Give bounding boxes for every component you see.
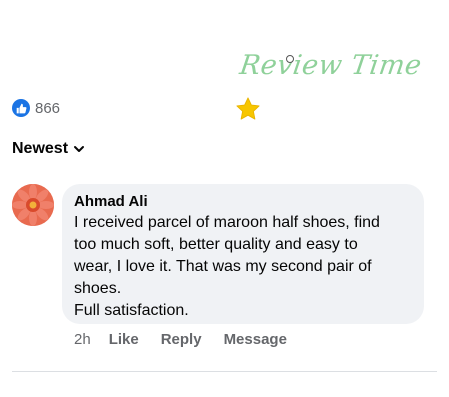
comment-line: wear, I love it. That was my second pair… <box>74 258 372 275</box>
comment-timestamp[interactable]: 2h <box>74 331 91 348</box>
divider <box>12 371 437 372</box>
comment-text: I received parcel of maroon half shoes, … <box>74 212 412 322</box>
chevron-down-icon <box>74 146 85 152</box>
thumbs-up-icon <box>12 99 30 117</box>
comment-author[interactable]: Ahmad Ali <box>74 192 412 211</box>
comment-actions: 2h Like Reply Message <box>74 331 309 348</box>
comment-line: too much soft, better quality and easy t… <box>74 236 358 253</box>
flower-avatar-image <box>12 184 54 226</box>
sort-dropdown[interactable]: Newest <box>12 140 85 158</box>
star-icon <box>236 97 260 120</box>
comment-line: shoes. <box>74 280 122 297</box>
comment-line: Full satisfaction. <box>74 302 189 319</box>
like-button[interactable]: Like <box>109 331 139 348</box>
logo-dot <box>286 55 294 63</box>
avatar[interactable] <box>12 184 54 226</box>
comment-bubble: Ahmad Ali I received parcel of maroon ha… <box>62 184 424 324</box>
reply-button[interactable]: Reply <box>161 331 202 348</box>
reaction-summary[interactable]: 866 <box>12 99 60 117</box>
sort-label: Newest <box>12 140 69 157</box>
review-time-logo: Review Time <box>237 50 424 81</box>
message-button[interactable]: Message <box>224 331 287 348</box>
reaction-count: 866 <box>35 99 61 117</box>
comment-line: I received parcel of maroon half shoes, … <box>74 214 380 231</box>
